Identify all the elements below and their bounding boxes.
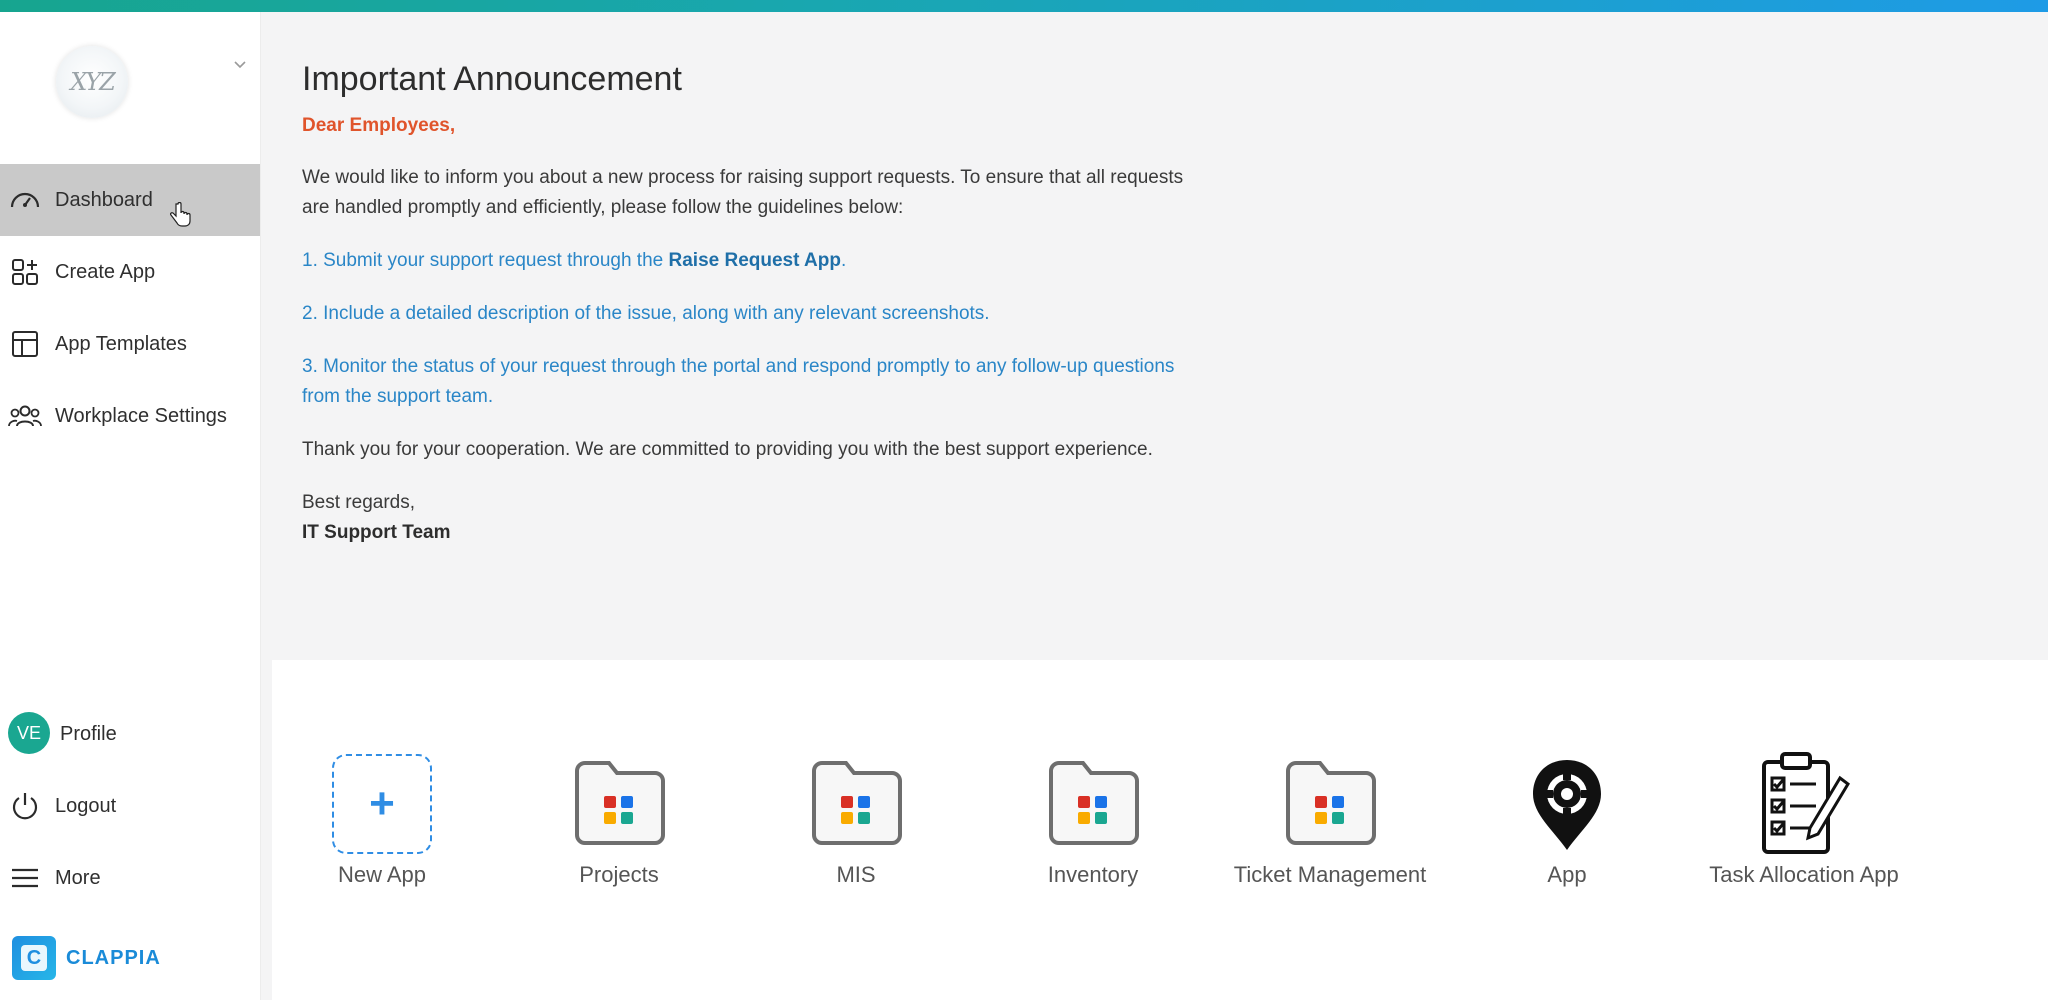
sidebar-item-label: Create App xyxy=(55,260,156,283)
folder-app-icon xyxy=(1278,752,1382,856)
app-label: MIS xyxy=(836,862,876,887)
speedometer-icon xyxy=(8,183,42,217)
sidebar-item-label: Dashboard xyxy=(55,188,153,211)
sidebar-item-label: Profile xyxy=(60,722,117,745)
app-tile-inventory[interactable]: Inventory xyxy=(993,752,1193,892)
app-label: Task Allocation App xyxy=(1709,862,1899,887)
brand-mark-letter: C xyxy=(26,946,42,969)
layout-icon xyxy=(8,327,42,361)
announcement-step-3: 3. Monitor the status of your request th… xyxy=(302,356,1175,407)
announcement: Important Announcement Dear Employees, W… xyxy=(302,60,1202,548)
app-label: Projects xyxy=(579,862,659,887)
app-tile-task-allocation-app[interactable]: Task Allocation App xyxy=(1704,752,1904,892)
folder-app-icon xyxy=(1041,752,1145,856)
menu-icon xyxy=(8,861,42,895)
sidebar-item-label: Workplace Settings xyxy=(55,404,227,427)
power-icon xyxy=(8,789,42,823)
org-logo[interactable]: XYZ xyxy=(56,46,128,118)
sidebar-item-label: More xyxy=(55,866,101,889)
sidebar-item-workplace-settings[interactable]: Workplace Settings xyxy=(0,380,260,452)
announcement-thanks: Thank you for your cooperation. We are c… xyxy=(302,439,1153,460)
avatar[interactable]: VE xyxy=(8,712,50,754)
announcement-step-1: 1. Submit your support request through t… xyxy=(302,246,1202,276)
folder-app-icon xyxy=(804,752,908,856)
sidebar-item-create-app[interactable]: Create App xyxy=(0,236,260,308)
announcement-greeting: Dear Employees, xyxy=(302,115,456,136)
app-tile-projects[interactable]: Projects xyxy=(519,752,719,892)
top-accent-bar xyxy=(0,0,2048,12)
step-1-prefix: 1. Submit your support request through t… xyxy=(302,250,669,271)
location-pin-icon xyxy=(1515,752,1619,856)
app-tile-mis[interactable]: MIS xyxy=(756,752,956,892)
users-icon xyxy=(8,399,42,433)
sidebar-item-more[interactable]: More xyxy=(0,842,260,914)
app-tile-ticket-management[interactable]: Ticket Management xyxy=(1230,752,1430,892)
chevron-down-icon[interactable] xyxy=(233,58,247,72)
announcement-intro: We would like to inform you about a new … xyxy=(302,167,1184,218)
sidebar-item-app-templates[interactable]: App Templates xyxy=(0,308,260,380)
sidebar-item-logout[interactable]: Logout xyxy=(0,770,260,842)
step-1-suffix: . xyxy=(840,250,847,271)
clipboard-checklist-icon xyxy=(1752,752,1856,856)
sidebar-item-label: Logout xyxy=(55,794,117,817)
folder-app-icon xyxy=(567,752,671,856)
app-tile-app[interactable]: App xyxy=(1467,752,1667,892)
sidebar-item-dashboard[interactable]: Dashboard xyxy=(0,164,260,236)
announcement-closing: Best regards, xyxy=(302,492,415,513)
app-label: Inventory xyxy=(1047,862,1139,887)
app-label: App xyxy=(1547,862,1587,887)
clappia-logo-icon: C xyxy=(12,936,56,980)
sidebar-item-label: App Templates xyxy=(55,332,187,355)
app-label: Ticket Management xyxy=(1233,862,1427,887)
announcement-title: Important Announcement xyxy=(302,60,682,98)
raise-request-app-link[interactable]: Raise Request App xyxy=(669,250,841,271)
plus-icon: + xyxy=(332,754,432,854)
new-app-tile[interactable]: + New App xyxy=(282,752,482,892)
brand-name: CLAPPIA xyxy=(66,946,161,969)
sidebar: XYZ Dashboard Create App App Templates W… xyxy=(0,12,261,1000)
announcement-step-2: 2. Include a detailed description of the… xyxy=(302,303,990,324)
brand-logo: C CLAPPIA xyxy=(12,936,161,980)
grid-plus-icon xyxy=(8,255,42,289)
hand-cursor-icon xyxy=(170,202,191,227)
org-logo-text: XYZ xyxy=(70,68,116,96)
announcement-signature: IT Support Team xyxy=(302,522,451,543)
app-label: New App xyxy=(337,862,427,887)
